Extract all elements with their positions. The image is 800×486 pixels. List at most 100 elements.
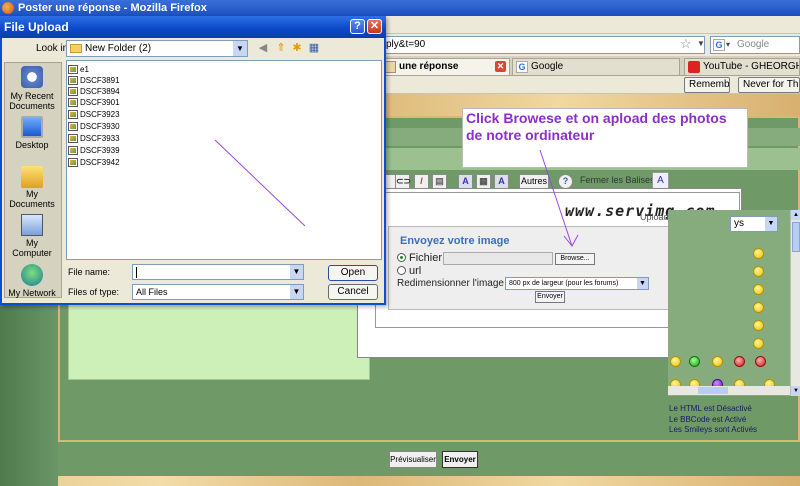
place-my-computer[interactable]: My Computer	[6, 238, 58, 258]
new-folder-icon[interactable]: ✱	[290, 41, 304, 55]
open-button[interactable]: Open	[328, 265, 378, 281]
my-network-icon[interactable]	[21, 264, 43, 286]
file-item[interactable]: DSCF3923	[68, 109, 120, 120]
file-item[interactable]: DSCF3901	[68, 97, 120, 108]
smiley-icon[interactable]	[734, 356, 745, 367]
smiley-icon[interactable]	[753, 284, 764, 295]
servimg-send-button[interactable]: Envoyer	[535, 291, 565, 303]
url-bar[interactable]: ply&t=90	[383, 36, 705, 54]
back-icon[interactable]: ◀	[256, 41, 270, 55]
browser-title-bar: Poster une réponse - Mozilla Firefox	[0, 0, 800, 16]
tab-youtube[interactable]: YouTube - GHEORGHE IOVU -	[684, 58, 800, 75]
browser-menubar	[380, 16, 800, 34]
file-item[interactable]: DSCF3894	[68, 86, 120, 97]
up-folder-icon[interactable]: ⇑	[274, 41, 288, 55]
resize-select[interactable]: 800 px de largeur (pour les forums) ▼	[505, 277, 649, 290]
scroll-down-icon[interactable]: ▼	[791, 386, 800, 396]
file-item[interactable]: DSCF3939	[68, 145, 120, 156]
chevron-down-icon[interactable]: ▼	[233, 41, 247, 56]
upload-title: Envoyez votre image	[400, 235, 510, 247]
smiley-icon[interactable]	[753, 248, 764, 259]
image-file-icon	[68, 134, 78, 143]
browse-button[interactable]: Browse...	[555, 253, 595, 265]
image-file-icon	[68, 146, 78, 155]
file-item[interactable]: DSCF3942	[68, 157, 120, 168]
remember-button[interactable]: Remember	[684, 77, 730, 93]
link-icon[interactable]: ⊂⊃	[395, 174, 411, 189]
font-size-icon[interactable]: A	[458, 174, 473, 189]
send-button[interactable]: Envoyer	[442, 451, 478, 468]
smiley-icon[interactable]	[753, 302, 764, 313]
image-file-icon	[68, 110, 78, 119]
file-item[interactable]: DSCF3930	[68, 121, 120, 132]
filetype-value: All Files	[136, 287, 168, 297]
file-path-field[interactable]	[443, 252, 553, 265]
emoticon-category-select[interactable]: ys ▼	[730, 216, 778, 232]
chevron-down-icon[interactable]: ▼	[765, 217, 777, 231]
emoticon-panel	[668, 210, 790, 396]
google-icon: G	[713, 39, 725, 51]
views-menu-icon[interactable]: ▦	[307, 41, 321, 55]
file-item[interactable]: DSCF3933	[68, 133, 120, 144]
fichier-radio[interactable]	[397, 253, 406, 262]
text-caret	[136, 267, 137, 278]
image-file-icon	[68, 76, 78, 85]
search-input[interactable]: G ▾ Google	[710, 36, 800, 54]
desktop-icon[interactable]	[21, 116, 43, 138]
file-item[interactable]: e1	[68, 64, 89, 75]
image-file-icon	[68, 98, 78, 107]
bookmark-star-icon[interactable]: ☆	[680, 37, 694, 51]
place-my-documents[interactable]: My Documents	[6, 189, 58, 209]
tab-poster-reponse[interactable]: une réponse ✕	[380, 58, 510, 75]
smiley-icon[interactable]	[712, 356, 723, 367]
font-color-icon[interactable]: A	[494, 174, 509, 189]
file-name: DSCF3891	[80, 76, 120, 85]
table-icon[interactable]: ▤	[432, 174, 447, 189]
url-dropdown-icon[interactable]: ▼	[697, 37, 705, 51]
file-item[interactable]: DSCF3891	[68, 75, 120, 86]
emoticon-horizontal-scrollbar[interactable]	[668, 386, 790, 395]
place-my-network[interactable]: My Network	[6, 288, 58, 298]
grid-icon[interactable]: ▦	[476, 174, 491, 189]
emoticon-vertical-scrollbar[interactable]: ▲ ▼	[790, 210, 800, 396]
help-icon[interactable]: ?	[350, 19, 365, 34]
place-recent-documents[interactable]: My Recent Documents	[6, 91, 58, 111]
help-icon[interactable]: ?	[558, 174, 573, 189]
autres-button[interactable]: Autres	[519, 174, 549, 189]
smiley-icon[interactable]	[753, 266, 764, 277]
chevron-down-icon[interactable]: ▼	[290, 265, 303, 279]
dialog-title: File Upload	[4, 20, 69, 34]
scroll-thumb[interactable]	[698, 387, 728, 394]
url-radio[interactable]	[397, 266, 406, 275]
place-desktop[interactable]: Desktop	[6, 140, 58, 150]
smiley-icon[interactable]	[755, 356, 766, 367]
smiley-icon[interactable]	[670, 356, 681, 367]
close-tab-icon[interactable]: ✕	[495, 61, 506, 72]
recent-documents-icon[interactable]	[21, 66, 43, 88]
search-placeholder: Google	[737, 39, 770, 50]
smiley-icon[interactable]	[753, 338, 764, 349]
close-icon[interactable]: ✕	[367, 19, 382, 34]
filename-input[interactable]: ▼	[132, 264, 304, 280]
my-documents-icon[interactable]	[21, 166, 43, 188]
fichier-label: Fichier	[409, 252, 443, 264]
close-tags-link[interactable]: Fermer les Balises	[580, 175, 655, 185]
chevron-down-icon[interactable]: ▾	[726, 37, 730, 53]
tab-google[interactable]: G Google	[512, 58, 680, 75]
smiley-icon[interactable]	[753, 320, 764, 331]
never-for-site-button[interactable]: Never for This Site	[738, 77, 800, 93]
pen-icon[interactable]: /	[414, 174, 429, 189]
smiley-icon[interactable]	[689, 356, 700, 367]
my-computer-icon[interactable]	[21, 214, 43, 236]
status-smileys: Les Smileys sont Activés	[669, 425, 758, 434]
file-name: DSCF3923	[80, 110, 120, 119]
cancel-button[interactable]: Cancel	[328, 284, 378, 300]
preview-button[interactable]: Prévisualiser	[389, 451, 437, 468]
lookin-select[interactable]: New Folder (2) ▼	[66, 40, 248, 57]
chevron-down-icon[interactable]: ▼	[290, 285, 303, 299]
filetype-select[interactable]: All Files ▼	[132, 284, 304, 300]
close-tags-icon[interactable]: A	[652, 172, 669, 189]
scroll-thumb[interactable]	[792, 222, 800, 252]
scroll-up-icon[interactable]: ▲	[791, 210, 800, 220]
chevron-down-icon[interactable]: ▼	[637, 278, 648, 289]
